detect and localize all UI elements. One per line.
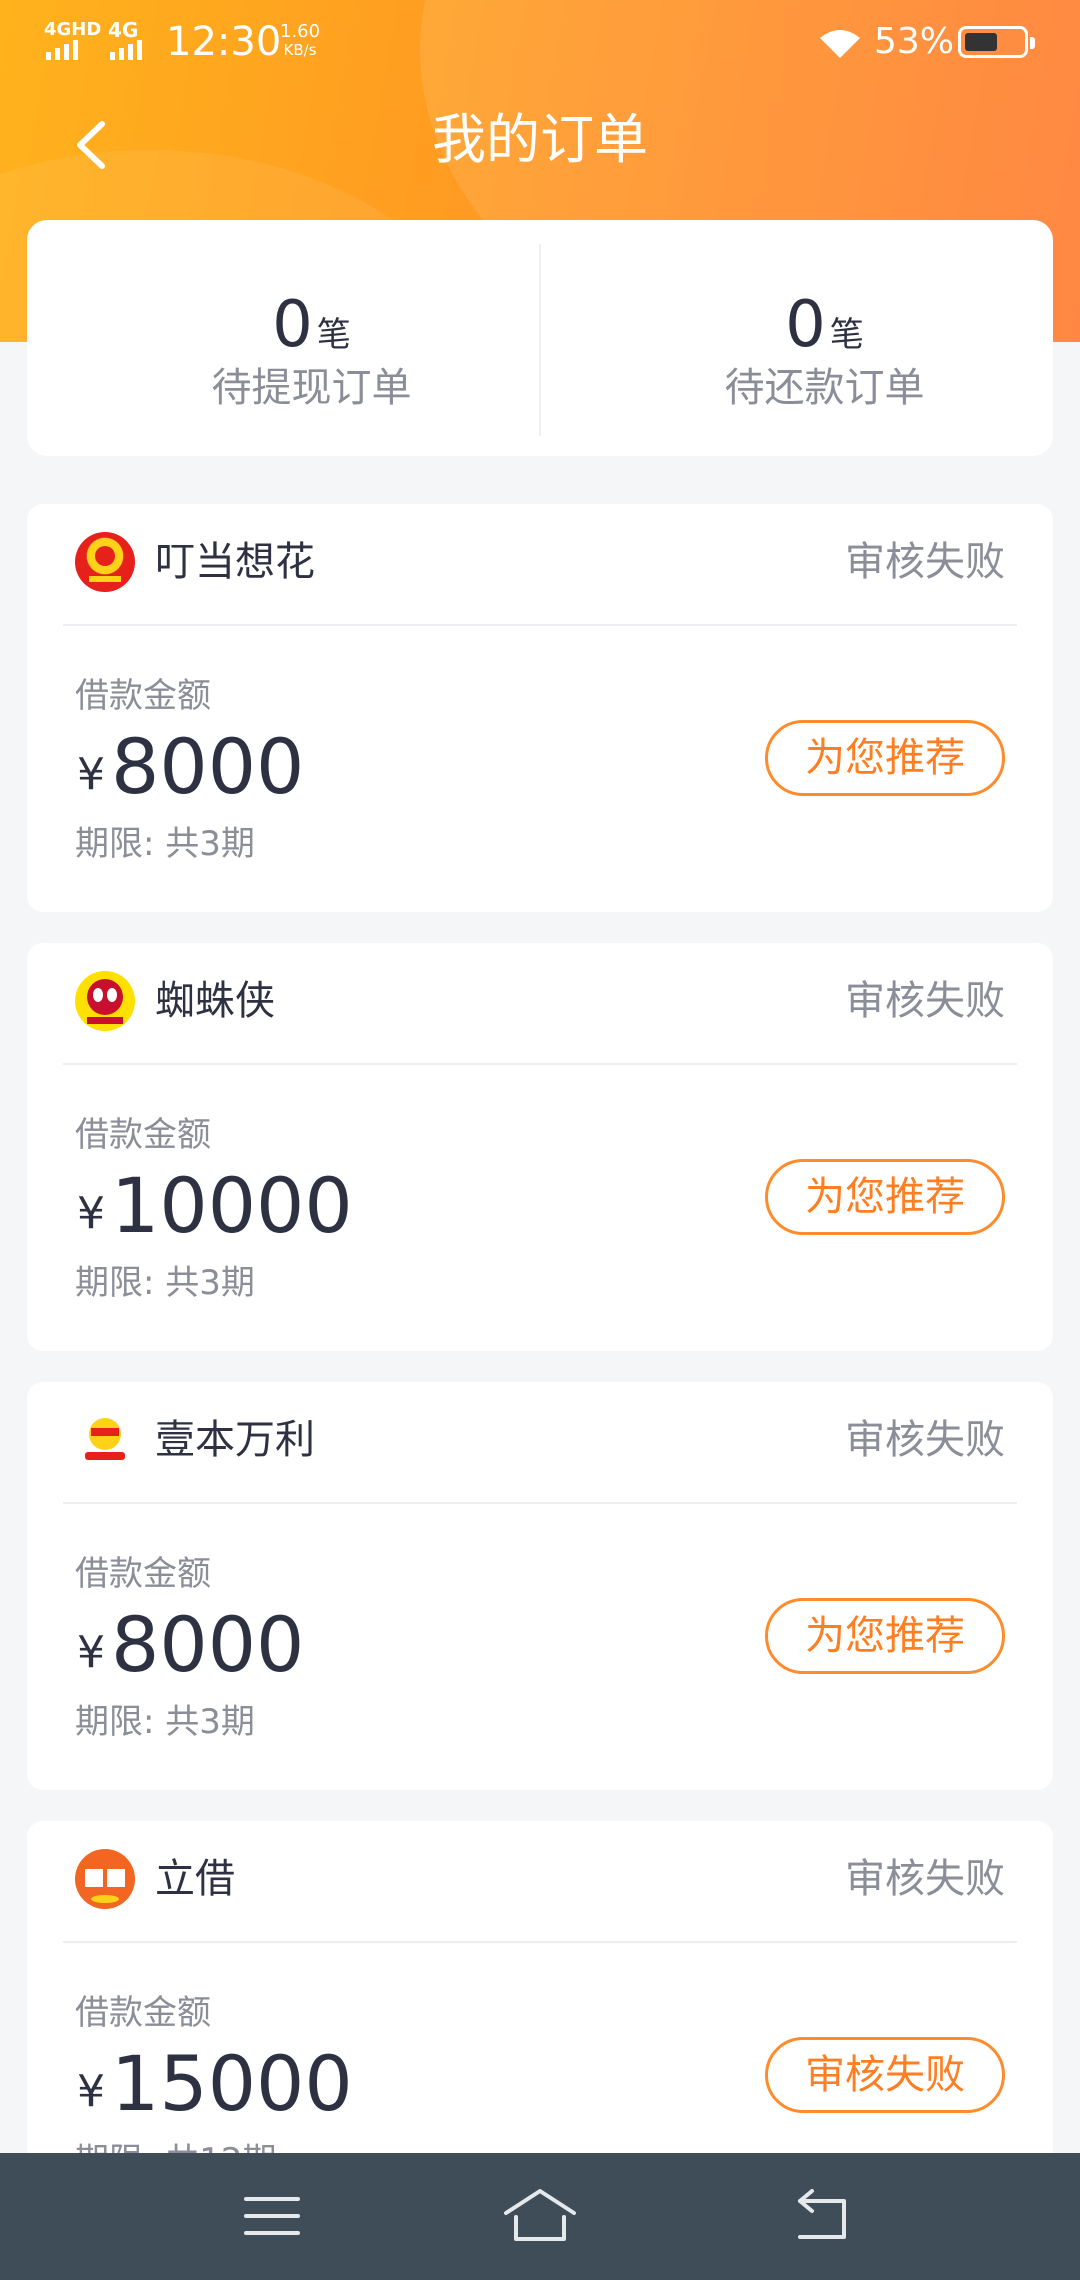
review-failed-button[interactable]: 审核失败: [765, 2037, 1005, 2113]
amount-label: 借款金额: [75, 676, 211, 716]
amount-value: 10000: [111, 1161, 353, 1250]
system-navigation-bar: [0, 2153, 1080, 2280]
app-name: 壹本万利: [155, 1417, 315, 1463]
recommend-button[interactable]: 为您推荐: [765, 1598, 1005, 1674]
network-type-1: 4GHD: [44, 19, 102, 40]
amount-value: 8000: [111, 722, 305, 811]
currency-symbol: ¥: [77, 749, 105, 800]
pending-withdraw-summary[interactable]: 0笔 待提现订单: [55, 290, 568, 414]
app-logo: [75, 1410, 135, 1470]
loan-amount: ¥8000: [77, 1600, 304, 1711]
currency-symbol: ¥: [77, 2066, 105, 2117]
order-card[interactable]: 蜘蛛侠 审核失败 借款金额 ¥10000 期限: 共3期 为您推荐: [27, 943, 1053, 1351]
recommend-button[interactable]: 为您推荐: [765, 1159, 1005, 1235]
app-logo: [75, 1849, 135, 1909]
app-name: 叮当想花: [155, 539, 315, 585]
card-divider: [63, 1063, 1017, 1065]
battery-percent: 53%: [874, 21, 955, 62]
home-icon[interactable]: [500, 2183, 580, 2249]
amount-label: 借款金额: [75, 1115, 211, 1155]
clock: 12:30: [166, 19, 282, 65]
amount-value: 15000: [111, 2039, 353, 2128]
loan-term: 期限: 共3期: [75, 1263, 255, 1303]
loan-amount: ¥8000: [77, 722, 304, 833]
card-divider: [63, 1941, 1017, 1943]
order-status: 审核失败: [845, 539, 1005, 585]
order-status: 审核失败: [845, 1856, 1005, 1902]
signal-icon: [46, 40, 78, 60]
card-divider: [63, 624, 1017, 626]
amount-value: 8000: [111, 1600, 305, 1689]
order-card[interactable]: 叮当想花 审核失败 借款金额 ¥8000 期限: 共3期 为您推荐: [27, 504, 1053, 912]
network-speed: 1.60 KB/s: [280, 22, 320, 60]
pending-repay-count: 0: [785, 288, 826, 362]
loan-term: 期限: 共3期: [75, 824, 255, 864]
currency-symbol: ¥: [77, 1627, 105, 1678]
app-logo: [75, 971, 135, 1031]
status-bar: 4GHD 4G 12:30 1.60 KB/s 53%: [0, 0, 1080, 84]
wifi-icon: [820, 30, 860, 58]
loan-amount: ¥10000: [77, 1161, 353, 1272]
battery-icon: [958, 26, 1035, 58]
network-speed-unit: KB/s: [283, 41, 317, 59]
card-divider: [63, 1502, 1017, 1504]
pending-repay-unit: 笔: [829, 315, 864, 355]
app-logo: [75, 532, 135, 592]
loan-amount: ¥15000: [77, 2039, 353, 2150]
loan-term: 期限: 共3期: [75, 1702, 255, 1742]
back-icon[interactable]: [784, 2183, 864, 2249]
app-name: 蜘蛛侠: [155, 978, 275, 1024]
summary-divider: [539, 244, 541, 436]
network-speed-value: 1.60: [280, 21, 321, 42]
pending-withdraw-label: 待提现订单: [211, 365, 412, 411]
amount-label: 借款金额: [75, 1993, 211, 2033]
pending-repay-summary[interactable]: 0笔 待还款订单: [568, 290, 1080, 414]
currency-symbol: ¥: [77, 1188, 105, 1239]
recommend-button[interactable]: 为您推荐: [765, 720, 1005, 796]
order-summary-card: 0笔 待提现订单 0笔 待还款订单: [27, 220, 1053, 456]
app-name: 立借: [155, 1856, 235, 1902]
pending-withdraw-unit: 笔: [316, 315, 351, 355]
signal-icon-2: [110, 40, 142, 60]
page-title: 我的订单: [432, 108, 648, 171]
network-type-2: 4G: [108, 18, 139, 42]
pending-withdraw-count: 0: [272, 288, 313, 362]
order-status: 审核失败: [845, 1417, 1005, 1463]
order-status: 审核失败: [845, 978, 1005, 1024]
pending-repay-label: 待还款订单: [724, 365, 925, 411]
menu-icon[interactable]: [232, 2183, 312, 2249]
order-card[interactable]: 壹本万利 审核失败 借款金额 ¥8000 期限: 共3期 为您推荐: [27, 1382, 1053, 1790]
amount-label: 借款金额: [75, 1554, 211, 1594]
